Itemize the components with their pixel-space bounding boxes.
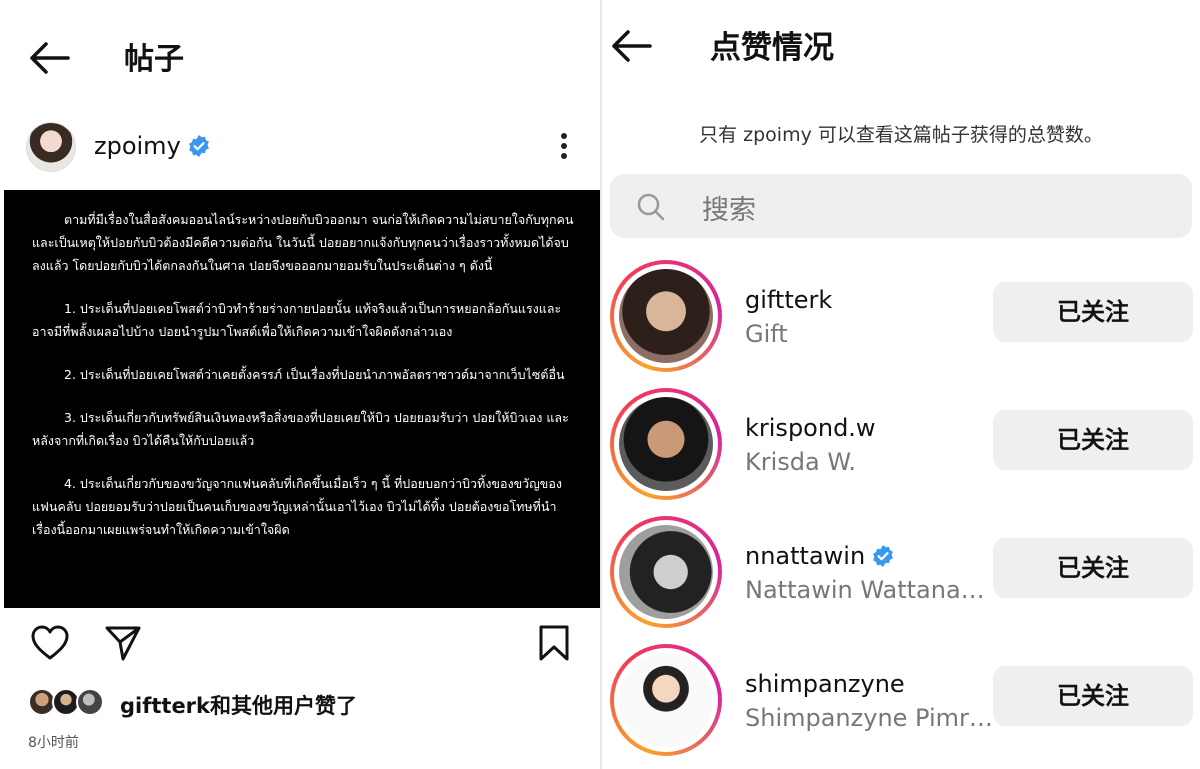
avatar[interactable]: [610, 260, 722, 372]
post-image: ตามที่มีเรื่องในสื่อสังคมออนไลน์ระหว่างป…: [4, 190, 600, 608]
search-input[interactable]: 搜索: [610, 174, 1192, 238]
full-name: Krisda W.: [745, 448, 856, 476]
post-action-bar: [0, 624, 600, 670]
following-button[interactable]: 已关注: [993, 666, 1193, 726]
share-icon[interactable]: [104, 624, 142, 666]
username[interactable]: giftterk: [745, 286, 832, 314]
list-item[interactable]: giftterk Gift 已关注: [602, 260, 1200, 378]
post-header: zpoimy: [0, 118, 600, 178]
back-arrow-icon[interactable]: [610, 28, 652, 64]
full-name: Nattawin Wattanag…: [745, 576, 997, 604]
heart-icon[interactable]: [30, 624, 70, 666]
likes-summary[interactable]: giftterk和其他用户赞了: [28, 686, 588, 722]
list-item[interactable]: shimpanzyne Shimpanzyne Pimr… 已关注: [602, 644, 1200, 762]
avatar[interactable]: [26, 122, 76, 172]
full-name: Gift: [745, 320, 788, 348]
page-title: 帖子: [124, 42, 184, 77]
username[interactable]: krispond.w: [745, 414, 876, 442]
post-paragraph: 3. ประเด็นเกี่ยวกับทรัพย์สินเงินทองหรือส…: [32, 410, 569, 448]
list-item[interactable]: nnattawin Nattawin Wattanag… 已关注: [602, 516, 1200, 634]
timestamp: 8小时前: [28, 735, 79, 751]
username-with-badge[interactable]: nnattawin: [745, 542, 895, 570]
avatar[interactable]: [610, 644, 722, 756]
search-placeholder: 搜索: [702, 195, 756, 226]
search-icon: [637, 193, 665, 221]
post-paragraph: 2. ประเด็นที่ปอยเคยโพสต์ว่าเคยตั้งครรภ์ …: [64, 367, 565, 382]
post-paragraph: ตามที่มีเรื่องในสื่อสังคมออนไลน์ระหว่างป…: [32, 212, 574, 273]
avatar[interactable]: [610, 516, 722, 628]
post-author[interactable]: zpoimy: [94, 132, 211, 160]
verified-badge-icon: [873, 545, 894, 567]
bookmark-icon[interactable]: [538, 624, 570, 666]
post-paragraph: 4. ประเด็นเกี่ยวกับของขวัญจากแฟนคลับที่เ…: [32, 476, 562, 537]
more-options-icon[interactable]: [556, 130, 572, 164]
liked-by-suffix: 和其他用户赞了: [210, 694, 358, 718]
avatar[interactable]: [610, 388, 722, 500]
list-item[interactable]: krispond.w Krisda W. 已关注: [602, 388, 1200, 506]
likes-text: giftterk和其他用户赞了: [120, 690, 357, 720]
likes-privacy-note: 只有 zpoimy 可以查看这篇帖子获得的总赞数。: [699, 124, 1103, 146]
full-name: Shimpanzyne Pimr…: [745, 704, 993, 732]
following-button[interactable]: 已关注: [993, 538, 1193, 598]
page-title: 点赞情况: [710, 30, 834, 66]
liked-by-username[interactable]: giftterk: [120, 694, 210, 718]
post-pane: 帖子 zpoimy ตามที่มีเรื่องในสื่อสังคมออนไล…: [0, 0, 600, 769]
following-button[interactable]: 已关注: [993, 410, 1193, 470]
username[interactable]: shimpanzyne: [745, 670, 905, 698]
username[interactable]: nnattawin: [745, 542, 865, 570]
verified-badge-icon: [188, 135, 209, 157]
post-username[interactable]: zpoimy: [94, 132, 181, 160]
avatar: [76, 688, 104, 716]
post-paragraph: 1. ประเด็นที่ปอยเคยโพสต์ว่าบิวทำร้ายร่าง…: [32, 301, 562, 339]
following-button[interactable]: 已关注: [993, 282, 1193, 342]
back-arrow-icon[interactable]: [28, 40, 70, 76]
likes-pane: 点赞情况 只有 zpoimy 可以查看这篇帖子获得的总赞数。 搜索 giftte…: [602, 0, 1200, 769]
